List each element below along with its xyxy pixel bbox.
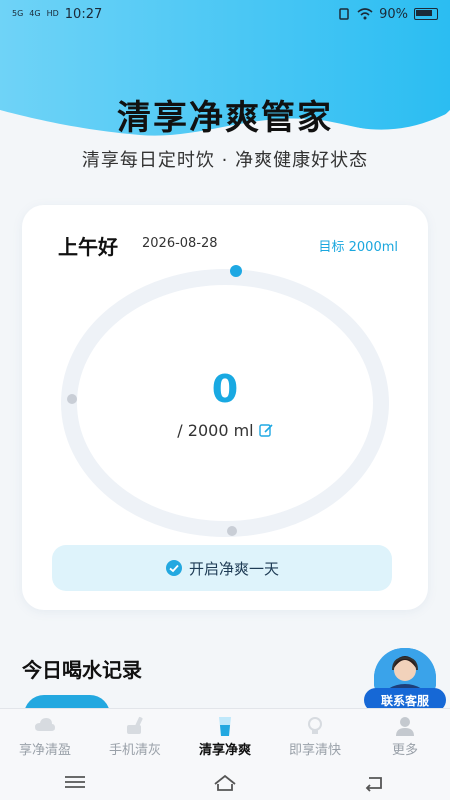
customer-service-widget[interactable]: 联系客服 (364, 648, 446, 714)
tab-item-0[interactable]: 享净清盈 (0, 709, 90, 758)
records-section-title: 今日喝水记录 (22, 658, 142, 682)
app-subtitle: 清享每日定时饮 · 净爽健康好状态 (81, 150, 369, 171)
network-4g-label: 4G (29, 9, 41, 18)
vibrate-icon (339, 8, 349, 20)
status-time: 10:27 (64, 6, 103, 22)
tab-item-2[interactable]: 清享净爽 (180, 709, 270, 758)
edit-icon[interactable] (259, 423, 273, 437)
tab-label-0: 享净清盈 (18, 743, 71, 758)
lightbulb-icon (308, 717, 322, 734)
goal-text[interactable]: 目标 2000ml (319, 236, 399, 255)
back-icon[interactable] (361, 772, 389, 792)
target-amount-text: / 2000 ml (177, 421, 254, 440)
progress-handle-dot (230, 265, 242, 277)
system-nav-bar (0, 764, 450, 800)
tab-label-3: 即享清快 (288, 743, 341, 758)
cloud-icon (35, 718, 55, 731)
start-day-label: 开启净爽一天 (188, 559, 279, 578)
status-right: 90% (337, 7, 438, 22)
status-bar: 5G 4G HD 10:27 90% (0, 0, 450, 28)
marker-dot-bottom (227, 526, 237, 536)
current-amount: 0 (211, 367, 239, 411)
greeting-text: 上午好 (58, 235, 118, 259)
home-icon[interactable] (211, 772, 239, 792)
bottom-tab-bar: 享净清盈 手机清灰 清享净爽 即享清快 更多 (0, 708, 450, 765)
tab-label-1: 手机清灰 (108, 743, 161, 758)
check-circle-icon (165, 560, 182, 576)
water-intake-card: 上午好 2026-08-28 目标 2000ml 0 / 2000 ml 开启净… (22, 205, 428, 610)
user-icon (396, 717, 414, 736)
target-amount-line: / 2000 ml (22, 421, 428, 440)
app-title: 清享净爽管家 (117, 98, 333, 138)
menu-icon[interactable] (61, 772, 89, 792)
tab-item-1[interactable]: 手机清灰 (90, 709, 180, 758)
tab-label-2: 清享净爽 (198, 743, 251, 758)
tab-label-4: 更多 (391, 743, 418, 758)
hd-label: HD (46, 9, 59, 18)
battery-percent: 90% (379, 6, 408, 22)
tab-item-4[interactable]: 更多 (360, 709, 450, 758)
start-day-button[interactable]: 开启净爽一天 (52, 545, 392, 591)
wifi-icon (357, 8, 373, 20)
tab-item-3[interactable]: 即享清快 (270, 709, 360, 758)
brush-icon (127, 716, 143, 734)
network-5g-label: 5G (12, 9, 24, 18)
status-left: 5G 4G HD 10:27 (12, 7, 102, 22)
date-text: 2026-08-28 (142, 236, 218, 251)
water-cup-icon (219, 717, 231, 736)
battery-icon (414, 8, 438, 20)
